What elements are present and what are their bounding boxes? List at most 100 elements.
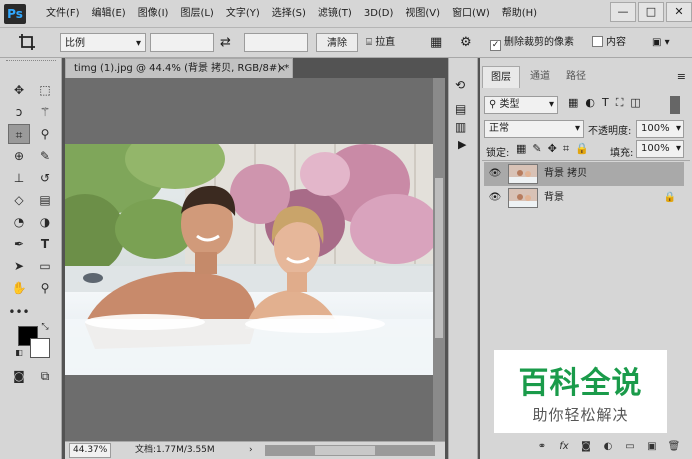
pen-tool-icon[interactable]: ✒	[8, 234, 30, 254]
swap-icon[interactable]: ⇄	[220, 33, 236, 52]
fx-icon[interactable]: fx	[556, 439, 572, 455]
dodge-tool-icon[interactable]: ◑	[34, 212, 56, 232]
document-info: 文档:1.77M/3.55M	[135, 445, 215, 455]
restore-button[interactable]: □	[638, 2, 664, 22]
vertical-scrollbar[interactable]	[433, 78, 445, 441]
photoshop-logo: Ps	[4, 4, 26, 24]
close-button[interactable]: ✕	[666, 2, 692, 22]
scrollbar-thumb[interactable]	[435, 178, 443, 338]
menu-select[interactable]: 选择(S)	[266, 0, 312, 28]
menu-items: 文件(F) 编辑(E) 图像(I) 图层(L) 文字(Y) 选择(S) 滤镜(T…	[40, 0, 543, 28]
gear-icon[interactable]: ⚙	[460, 33, 478, 52]
blur-tool-icon[interactable]: ◔	[8, 212, 30, 232]
layer-name: 背景 拷贝	[544, 168, 588, 179]
brush-tool-icon[interactable]: ✎	[34, 146, 56, 166]
height-field[interactable]	[244, 33, 308, 52]
delete-cropped-checkbox[interactable]: ✓ 删除裁剪的像素	[490, 33, 586, 52]
healing-brush-icon[interactable]: ⊕	[8, 146, 30, 166]
content-aware-checkbox[interactable]: 内容	[592, 33, 634, 52]
fill-value: 100%	[641, 143, 670, 154]
ratio-select[interactable]: 比例 ▾	[60, 33, 146, 52]
properties-panel-icon[interactable]: ▤	[455, 102, 466, 116]
menu-3d[interactable]: 3D(D)	[358, 0, 400, 28]
quick-mask-icon[interactable]: ◙	[8, 366, 30, 386]
adjustment-layer-icon[interactable]: ◐	[600, 439, 616, 455]
rectangle-tool-icon[interactable]: ▭	[34, 256, 56, 276]
history-panel-icon[interactable]: ⟲	[455, 78, 465, 92]
eye-icon[interactable]: 👁	[488, 186, 502, 210]
layer-row-background[interactable]: 👁 背景 🔒	[484, 186, 684, 210]
chevron-right-icon[interactable]: ›	[249, 442, 253, 459]
menu-image[interactable]: 图像(I)	[132, 0, 175, 28]
grid-overlay-icon[interactable]: ▦	[430, 33, 448, 52]
path-selection-icon[interactable]: ➤	[8, 256, 30, 276]
gradient-tool-icon[interactable]: ▤	[34, 190, 56, 210]
play-icon[interactable]: ▶	[458, 138, 466, 151]
layer-row-background-copy[interactable]: 👁 背景 拷贝	[484, 162, 684, 186]
zoom-tool-icon[interactable]: ⚲	[34, 278, 56, 298]
new-group-icon[interactable]: ▭	[622, 439, 638, 455]
history-brush-icon[interactable]: ↺	[34, 168, 56, 188]
canvas-area[interactable]	[65, 78, 445, 441]
menu-type[interactable]: 文字(Y)	[220, 0, 266, 28]
tab-channels[interactable]: 通道	[522, 66, 558, 88]
panel-menu-icon[interactable]: ≡	[677, 70, 686, 83]
close-icon[interactable]: ×	[278, 59, 286, 78]
workspace-switcher[interactable]: ▣ ▾	[652, 33, 686, 52]
menu-window[interactable]: 窗口(W)	[446, 0, 496, 28]
background-color-swatch[interactable]	[30, 338, 50, 358]
horizontal-scrollbar[interactable]	[265, 445, 435, 456]
tab-layers[interactable]: 图层	[482, 66, 520, 88]
filter-toggle[interactable]	[670, 96, 680, 114]
menu-file[interactable]: 文件(F)	[40, 0, 86, 28]
menu-filter[interactable]: 滤镜(T)	[312, 0, 358, 28]
screen-mode-icon[interactable]: ⧉	[34, 366, 56, 386]
straighten-icon: ⌸	[366, 37, 372, 48]
chevron-down-icon: ▾	[675, 123, 681, 134]
scrollbar-thumb[interactable]	[315, 446, 375, 455]
eye-icon[interactable]: 👁	[488, 162, 502, 186]
panel-dock: ⟲ ▤ ▥ ▶	[448, 58, 478, 459]
menu-help[interactable]: 帮助(H)	[496, 0, 543, 28]
eyedropper-icon[interactable]: ⚲	[34, 124, 56, 144]
crop-tool-icon[interactable]: ⌗	[8, 124, 30, 144]
swap-colors-icon[interactable]: ⤡	[38, 320, 52, 334]
layer-footer: ⚭ fx ◙ ◐ ▭ ▣ 🗑	[480, 436, 692, 458]
menu-view[interactable]: 视图(V)	[399, 0, 446, 28]
document-tab[interactable]: timg (1).jpg @ 44.4% (背景 拷贝, RGB/8#) * ×	[65, 58, 293, 78]
menu-edit[interactable]: 编辑(E)	[86, 0, 132, 28]
lasso-tool-icon[interactable]: ↄ	[8, 102, 30, 122]
lock-icons[interactable]: ▦✎✥⌗🔒	[516, 142, 595, 156]
move-tool-icon[interactable]: ✥	[8, 80, 30, 100]
width-field[interactable]	[150, 33, 214, 52]
zoom-level[interactable]: 44.37%	[69, 443, 112, 458]
chevron-down-icon: ▾	[574, 123, 580, 134]
crop-icon[interactable]	[18, 33, 48, 52]
hand-tool-icon[interactable]: ✋	[8, 278, 30, 298]
menu-layer[interactable]: 图层(L)	[174, 0, 219, 28]
add-mask-icon[interactable]: ◙	[578, 439, 594, 455]
status-bar: 44.37% 文档:1.77M/3.55M ›	[65, 441, 445, 459]
layer-kind-filter[interactable]: ⚲ 类型 ▾	[484, 96, 558, 114]
default-colors-icon[interactable]: ◧	[12, 346, 26, 360]
eraser-icon[interactable]: ◇	[8, 190, 30, 210]
layer-filter-icons[interactable]: ▦◐T⛶◫	[568, 96, 648, 110]
lock-label: 锁定:	[486, 148, 510, 159]
type-tool-icon[interactable]: T	[34, 234, 56, 254]
marquee-tool-icon[interactable]: ⬚	[34, 80, 56, 100]
new-layer-icon[interactable]: ▣	[644, 439, 660, 455]
straighten-button[interactable]: ⌸ 拉直	[366, 33, 418, 52]
fill-field[interactable]: 100% ▾	[636, 140, 684, 158]
tab-paths[interactable]: 路径	[558, 66, 594, 88]
trash-icon[interactable]: 🗑	[666, 439, 682, 455]
magic-wand-icon[interactable]: ⚚	[34, 102, 56, 122]
blend-mode-select[interactable]: 正常 ▾	[484, 120, 584, 138]
lock-icon: 🔒	[663, 192, 676, 203]
clone-stamp-icon[interactable]: ⊥	[8, 168, 30, 188]
link-layers-icon[interactable]: ⚭	[534, 439, 550, 455]
clear-button[interactable]: 清除	[316, 33, 358, 52]
more-tools-icon[interactable]: •••	[8, 302, 30, 322]
minimize-button[interactable]: —	[610, 2, 636, 22]
opacity-field[interactable]: 100% ▾	[636, 120, 684, 138]
adjustments-panel-icon[interactable]: ▥	[455, 120, 466, 134]
